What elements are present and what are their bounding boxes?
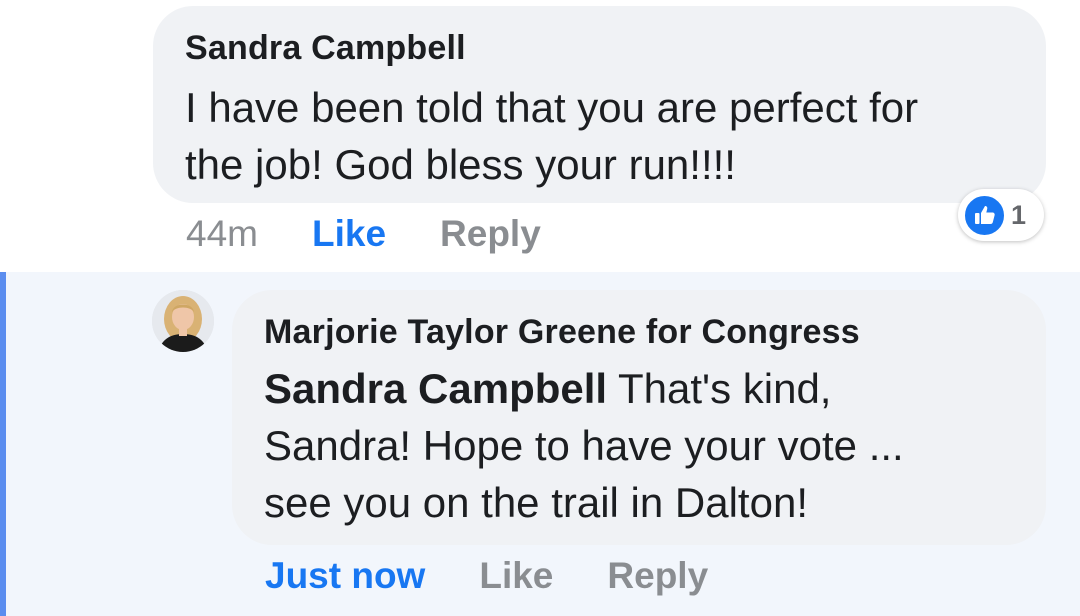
comment-bubble: Sandra Campbell I have been told that yo… xyxy=(153,6,1046,203)
comment-thread: Sandra Campbell I have been told that yo… xyxy=(0,0,1080,616)
thumbs-up-icon xyxy=(963,193,1006,237)
reply-actions: Just now Like Reply xyxy=(265,550,708,602)
reply-text: Sandra Campbell That's kind, Sandra! Hop… xyxy=(264,360,1014,531)
reply-text-line-1: That's kind, xyxy=(607,365,832,412)
comment-text: I have been told that you are perfect fo… xyxy=(185,79,1014,193)
reply-comment: Marjorie Taylor Greene for Congress Sand… xyxy=(0,272,1080,616)
mention-tag[interactable]: Sandra Campbell xyxy=(264,365,607,412)
reply-button[interactable]: Reply xyxy=(440,213,541,255)
reply-author-name[interactable]: Marjorie Taylor Greene for Congress xyxy=(264,312,1014,352)
profile-photo xyxy=(152,290,214,352)
reply-timestamp[interactable]: Just now xyxy=(265,555,425,597)
reaction-summary[interactable]: 1 xyxy=(958,189,1044,241)
reaction-count: 1 xyxy=(1011,199,1027,230)
comment-text-line-2: the job! God bless your run!!!! xyxy=(185,141,736,188)
like-button[interactable]: Like xyxy=(312,213,386,255)
reply-text-line-3: see you on the trail in Dalton! xyxy=(264,479,808,526)
comment-text-line-1: I have been told that you are perfect fo… xyxy=(185,84,919,131)
like-button[interactable]: Like xyxy=(479,555,553,597)
reply-text-line-2: Sandra! Hope to have your vote ... xyxy=(264,422,904,469)
comment-timestamp[interactable]: 44m xyxy=(186,213,258,255)
reply-bubble: Marjorie Taylor Greene for Congress Sand… xyxy=(232,290,1046,545)
comment-author-name[interactable]: Sandra Campbell xyxy=(185,28,1014,68)
avatar[interactable] xyxy=(152,290,214,352)
new-reply-highlight-bar xyxy=(0,272,6,616)
comment: Sandra Campbell I have been told that yo… xyxy=(0,0,1080,272)
comment-actions: 44m Like Reply xyxy=(186,208,541,260)
reply-button[interactable]: Reply xyxy=(607,555,708,597)
